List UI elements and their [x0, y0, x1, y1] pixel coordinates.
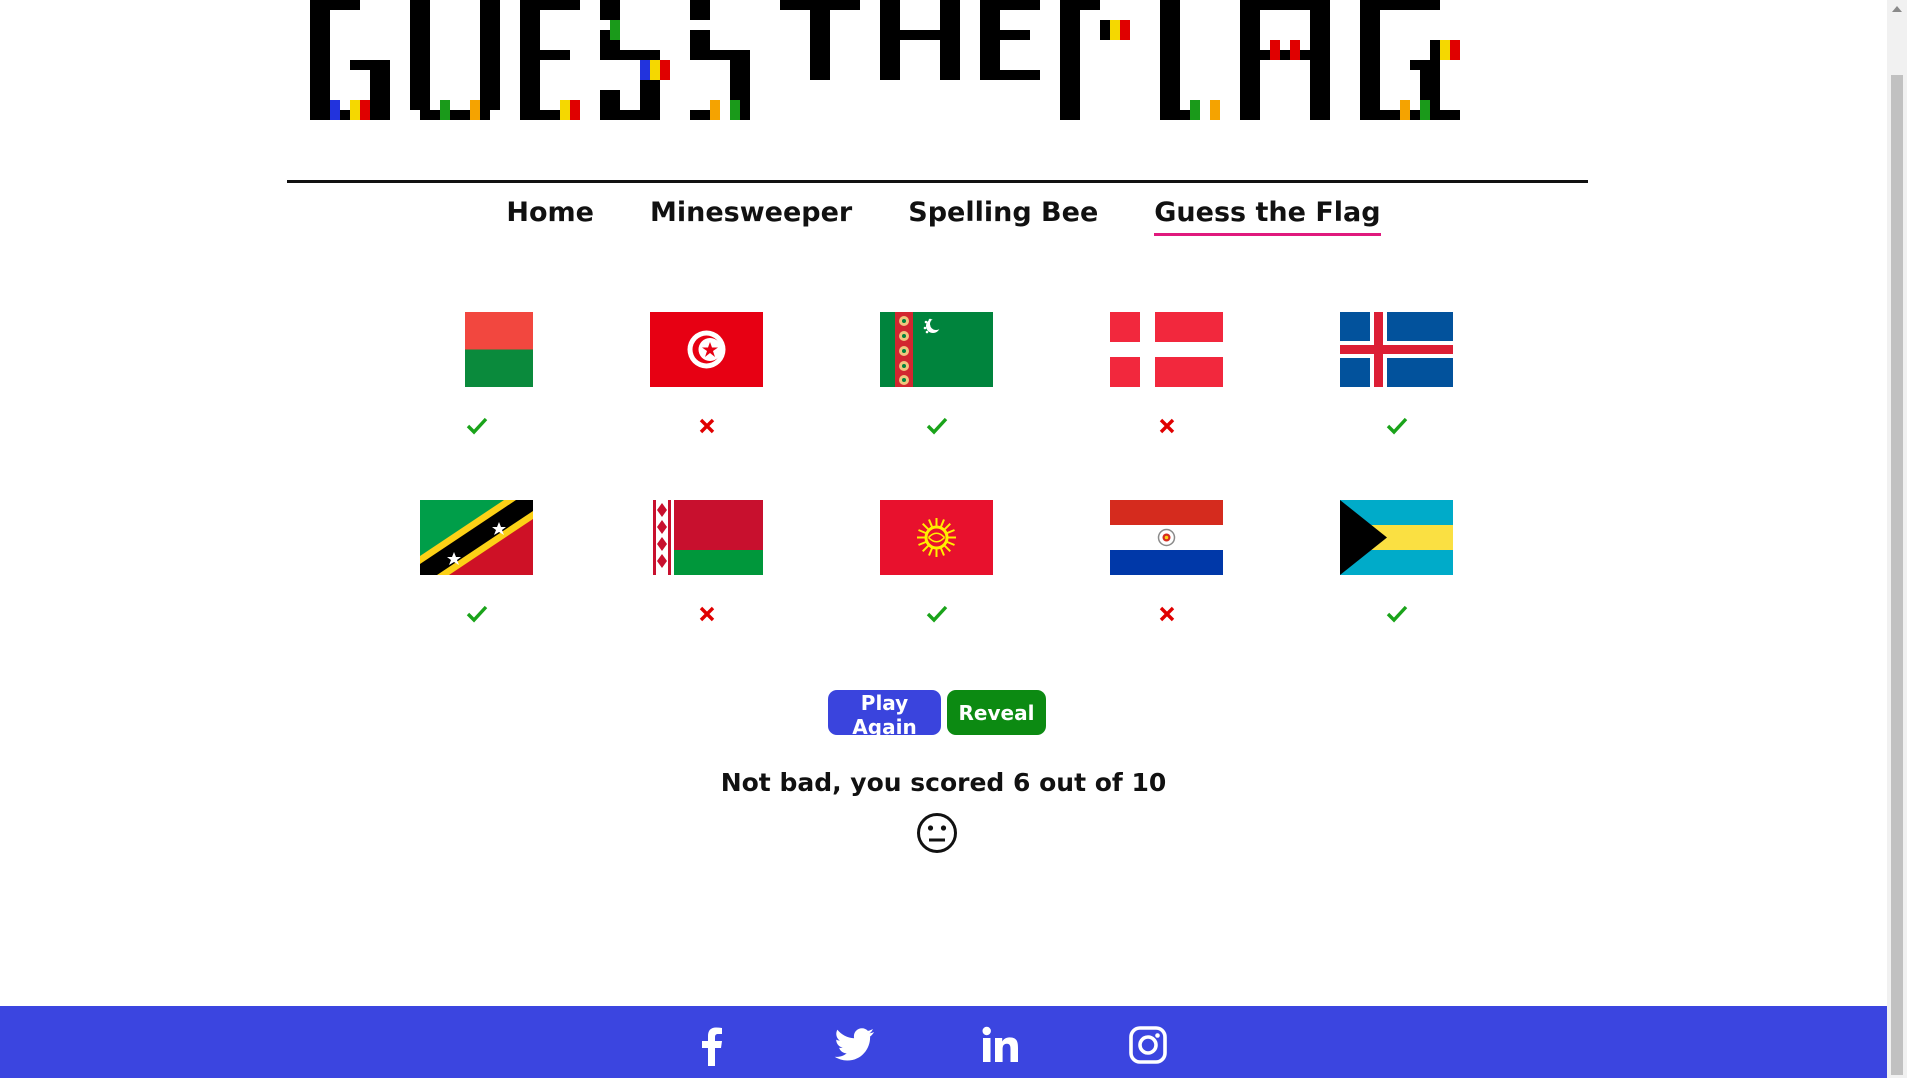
nav-spelling-bee[interactable]: Spelling Bee: [908, 190, 1098, 240]
score-message: Not bad, you scored 6 out of 10: [720, 768, 1167, 797]
flag-turkmenistan[interactable]: [880, 312, 993, 387]
checkmark-icon: [1386, 605, 1408, 623]
header-divider: [287, 180, 1588, 183]
checkmark-icon: [926, 605, 948, 623]
main-nav: Home Minesweeper Spelling Bee Guess the …: [0, 190, 1887, 240]
cross-icon: [699, 418, 715, 434]
linkedin-icon[interactable]: [978, 1024, 1022, 1066]
checkmark-icon: [1386, 417, 1408, 435]
flag-denmark[interactable]: [1110, 312, 1223, 387]
neutral-face-icon: [917, 813, 957, 853]
cross-icon: [1159, 418, 1175, 434]
flag-bahamas[interactable]: [1340, 500, 1453, 575]
flag-belarus[interactable]: [650, 500, 763, 575]
page: Home Minesweeper Spelling Bee Guess the …: [0, 0, 1887, 1078]
flag-tunisia[interactable]: [650, 312, 763, 387]
checkmark-icon: [926, 417, 948, 435]
scrollbar-thumb[interactable]: [1891, 75, 1903, 1075]
twitter-icon[interactable]: [833, 1024, 877, 1066]
reveal-button[interactable]: Reveal: [947, 690, 1046, 735]
flag-madagascar[interactable]: [465, 312, 533, 387]
instagram-icon[interactable]: [1126, 1024, 1170, 1066]
flag-paraguay[interactable]: [1110, 500, 1223, 575]
flag-iceland[interactable]: [1340, 312, 1453, 387]
cross-icon: [699, 606, 715, 622]
flag-kyrgyzstan[interactable]: [880, 500, 993, 575]
facebook-icon[interactable]: [690, 1024, 734, 1066]
nav-home[interactable]: Home: [506, 190, 594, 240]
flag-saint-kitts-and-nevis[interactable]: [420, 500, 533, 575]
play-again-button[interactable]: Play Again: [828, 690, 941, 739]
cross-icon: [1159, 606, 1175, 622]
nav-guess-the-flag[interactable]: Guess the Flag: [1154, 190, 1381, 240]
site-logo[interactable]: [310, 0, 1564, 146]
checkmark-icon: [466, 605, 488, 623]
footer: [0, 1006, 1887, 1078]
scroll-up-arrow-icon[interactable]: [1892, 6, 1902, 12]
nav-minesweeper[interactable]: Minesweeper: [650, 190, 852, 240]
checkmark-icon: [466, 417, 488, 435]
vertical-scrollbar[interactable]: [1887, 0, 1907, 1078]
